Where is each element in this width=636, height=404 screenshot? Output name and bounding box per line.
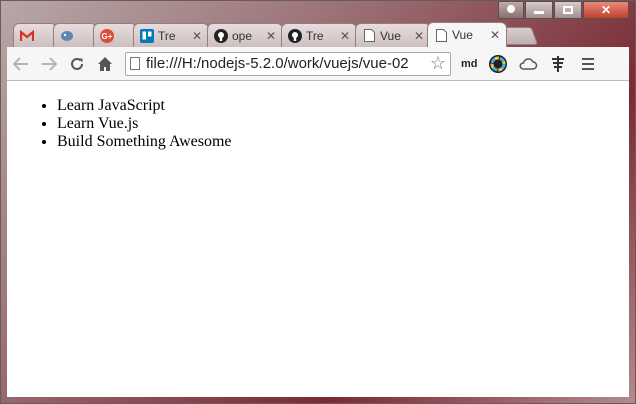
close-icon: ✕	[600, 3, 612, 17]
cloud-extension-icon[interactable]	[518, 54, 538, 74]
home-icon	[98, 56, 112, 71]
forward-button[interactable]	[35, 51, 63, 77]
trello-icon	[140, 28, 154, 43]
tab-github-tre[interactable]: Tre ✕	[281, 23, 357, 47]
maximize-button[interactable]	[554, 1, 582, 19]
github-icon	[214, 28, 228, 43]
gmail-icon	[20, 29, 34, 43]
page-icon	[434, 28, 448, 42]
page-icon	[362, 29, 376, 43]
page-icon	[130, 57, 140, 70]
bird-icon	[60, 29, 74, 43]
close-window-button[interactable]: ✕	[583, 1, 629, 19]
tab-google-plus[interactable]: G+	[93, 23, 137, 47]
hamburger-menu-icon[interactable]	[581, 57, 594, 70]
browser-toolbar: file:///H:/nodejs-5.2.0/work/vuejs/vue-0…	[7, 47, 629, 81]
reload-icon	[71, 57, 83, 70]
tab-gmail[interactable]	[13, 23, 57, 47]
tab-title: Vue	[380, 28, 401, 43]
list-item: Learn JavaScript	[57, 97, 629, 115]
tab-title: Tre	[158, 28, 176, 43]
tab-title: ope	[232, 28, 253, 43]
color-wheel-extension-icon[interactable]	[488, 54, 508, 74]
tab-close-icon[interactable]: ✕	[192, 29, 202, 43]
tab-close-icon[interactable]: ✕	[340, 29, 350, 43]
todo-list: Learn JavaScript Learn Vue.js Build Some…	[7, 97, 629, 151]
window-caption-buttons: ✕	[497, 1, 629, 21]
github-icon	[288, 28, 302, 43]
page-content: Learn JavaScript Learn Vue.js Build Some…	[7, 81, 629, 397]
browser-window: ✕ G+ Tre ✕ ope ✕ Tre ✕ Vue ✕ Vue ✕ file:…	[0, 0, 636, 404]
tab-trello[interactable]: Tre ✕	[133, 23, 209, 47]
reload-button[interactable]	[63, 51, 91, 77]
back-button[interactable]	[7, 51, 35, 77]
tab-close-icon[interactable]: ✕	[490, 28, 500, 42]
tab-strip: G+ Tre ✕ ope ✕ Tre ✕ Vue ✕ Vue ✕	[13, 21, 635, 47]
tab-close-icon[interactable]: ✕	[266, 29, 276, 43]
google-plus-icon: G+	[100, 28, 114, 43]
tab-vue[interactable]: Vue ✕	[355, 23, 431, 47]
minimize-button[interactable]	[525, 1, 553, 19]
star-icon[interactable]: ☆	[430, 53, 446, 74]
tab-vue-active[interactable]: Vue ✕	[427, 22, 507, 47]
tab-title: Tre	[306, 28, 324, 43]
extension-md[interactable]: md	[461, 58, 478, 70]
back-arrow-icon	[13, 56, 28, 71]
home-button[interactable]	[91, 51, 119, 77]
forward-arrow-icon	[42, 56, 57, 71]
list-item: Learn Vue.js	[57, 115, 629, 133]
tab-title: Vue	[452, 28, 473, 42]
tab-bird[interactable]	[53, 23, 97, 47]
maximize-icon	[563, 6, 573, 14]
list-item: Build Something Awesome	[57, 133, 629, 151]
user-profile-button[interactable]	[498, 1, 524, 19]
svg-text:G+: G+	[102, 32, 113, 41]
minimize-icon	[534, 11, 544, 14]
pylon-extension-icon[interactable]	[548, 54, 568, 74]
address-bar[interactable]: file:///H:/nodejs-5.2.0/work/vuejs/vue-0…	[125, 51, 451, 76]
tab-close-icon[interactable]: ✕	[414, 29, 424, 43]
url-text[interactable]: file:///H:/nodejs-5.2.0/work/vuejs/vue-0…	[146, 55, 428, 72]
user-icon	[507, 5, 515, 13]
tab-github-ope[interactable]: ope ✕	[207, 23, 283, 47]
